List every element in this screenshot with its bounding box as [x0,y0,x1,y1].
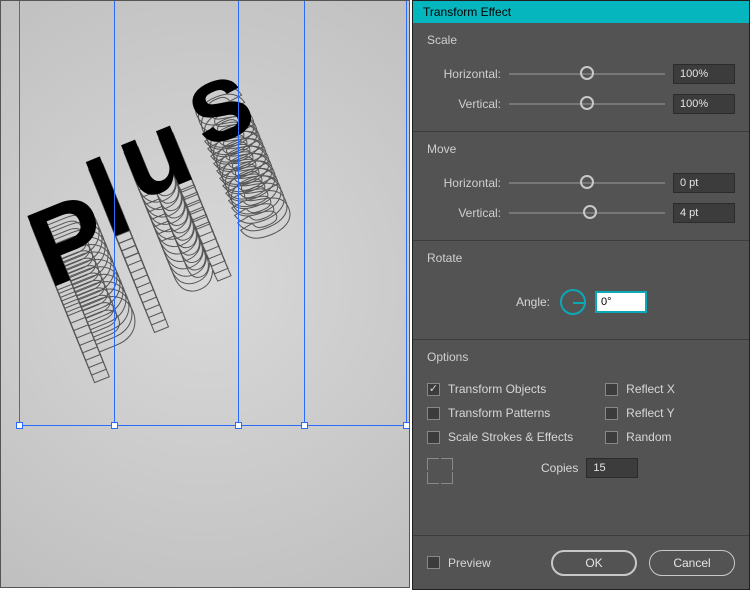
transform-patterns-label: Transform Patterns [448,406,550,420]
options-title: Options [427,350,735,364]
selection-handle[interactable] [403,422,410,429]
scale-vertical-input[interactable]: 100% [673,94,735,114]
reflect-x-checkbox[interactable]: Reflect X [605,382,675,396]
move-vertical-label: Vertical: [427,206,501,220]
scale-strokes-label: Scale Strokes & Effects [448,430,573,444]
angle-dial[interactable] [560,289,586,315]
rotate-angle-label: Angle: [516,295,550,309]
random-label: Random [626,430,671,444]
transform-objects-label: Transform Objects [448,382,546,396]
move-horizontal-input[interactable]: 0 pt [673,173,735,193]
preview-label: Preview [448,556,491,570]
reflect-x-label: Reflect X [626,382,675,396]
ok-button[interactable]: OK [551,550,637,576]
transform-objects-checkbox[interactable]: Transform Objects [427,382,573,396]
selection-handle[interactable] [111,422,118,429]
copies-input[interactable]: 15 [586,458,638,478]
selection-handle[interactable] [16,422,23,429]
panel-footer: Preview OK Cancel [413,535,749,589]
move-vertical-input[interactable]: 4 pt [673,203,735,223]
selection-handle[interactable] [235,422,242,429]
scale-horizontal-slider[interactable] [509,64,665,84]
options-section: Options Transform Objects Transform Patt… [413,339,749,490]
scale-horizontal-input[interactable]: 100% [673,64,735,84]
scale-strokes-checkbox[interactable]: Scale Strokes & Effects [427,430,573,444]
preview-checkbox[interactable]: Preview [427,556,491,570]
selection-handle[interactable] [301,422,308,429]
transform-patterns-checkbox[interactable]: Transform Patterns [427,406,573,420]
guide-vertical [304,1,305,426]
scale-title: Scale [427,33,735,47]
rotate-section: Rotate Angle: 0° [413,240,749,333]
random-checkbox[interactable]: Random [605,430,675,444]
transform-effect-panel: Transform Effect Scale Horizontal: 100% … [412,0,750,590]
move-horizontal-slider[interactable] [509,173,665,193]
guide-vertical [238,1,239,426]
scale-horizontal-label: Horizontal: [427,67,501,81]
reference-point-selector[interactable] [427,458,453,484]
artboard-canvas[interactable]: Plus Plus Plus Plus Plus Plus Plus Plus … [0,0,410,588]
reflect-y-checkbox[interactable]: Reflect Y [605,406,675,420]
copies-label: Copies [541,461,578,475]
move-title: Move [427,142,735,156]
panel-title: Transform Effect [423,5,511,19]
angle-input[interactable]: 0° [596,292,646,312]
panel-titlebar[interactable]: Transform Effect [413,1,749,23]
move-horizontal-label: Horizontal: [427,176,501,190]
scale-section: Scale Horizontal: 100% Vertical: 100% [413,23,749,125]
move-section: Move Horizontal: 0 pt Vertical: 4 pt [413,131,749,234]
guide-vertical [114,1,115,426]
scale-vertical-label: Vertical: [427,97,501,111]
move-vertical-slider[interactable] [509,203,665,223]
reflect-y-label: Reflect Y [626,406,674,420]
rotate-title: Rotate [427,251,735,265]
cancel-button[interactable]: Cancel [649,550,735,576]
scale-vertical-slider[interactable] [509,94,665,114]
selection-box[interactable] [19,1,407,426]
